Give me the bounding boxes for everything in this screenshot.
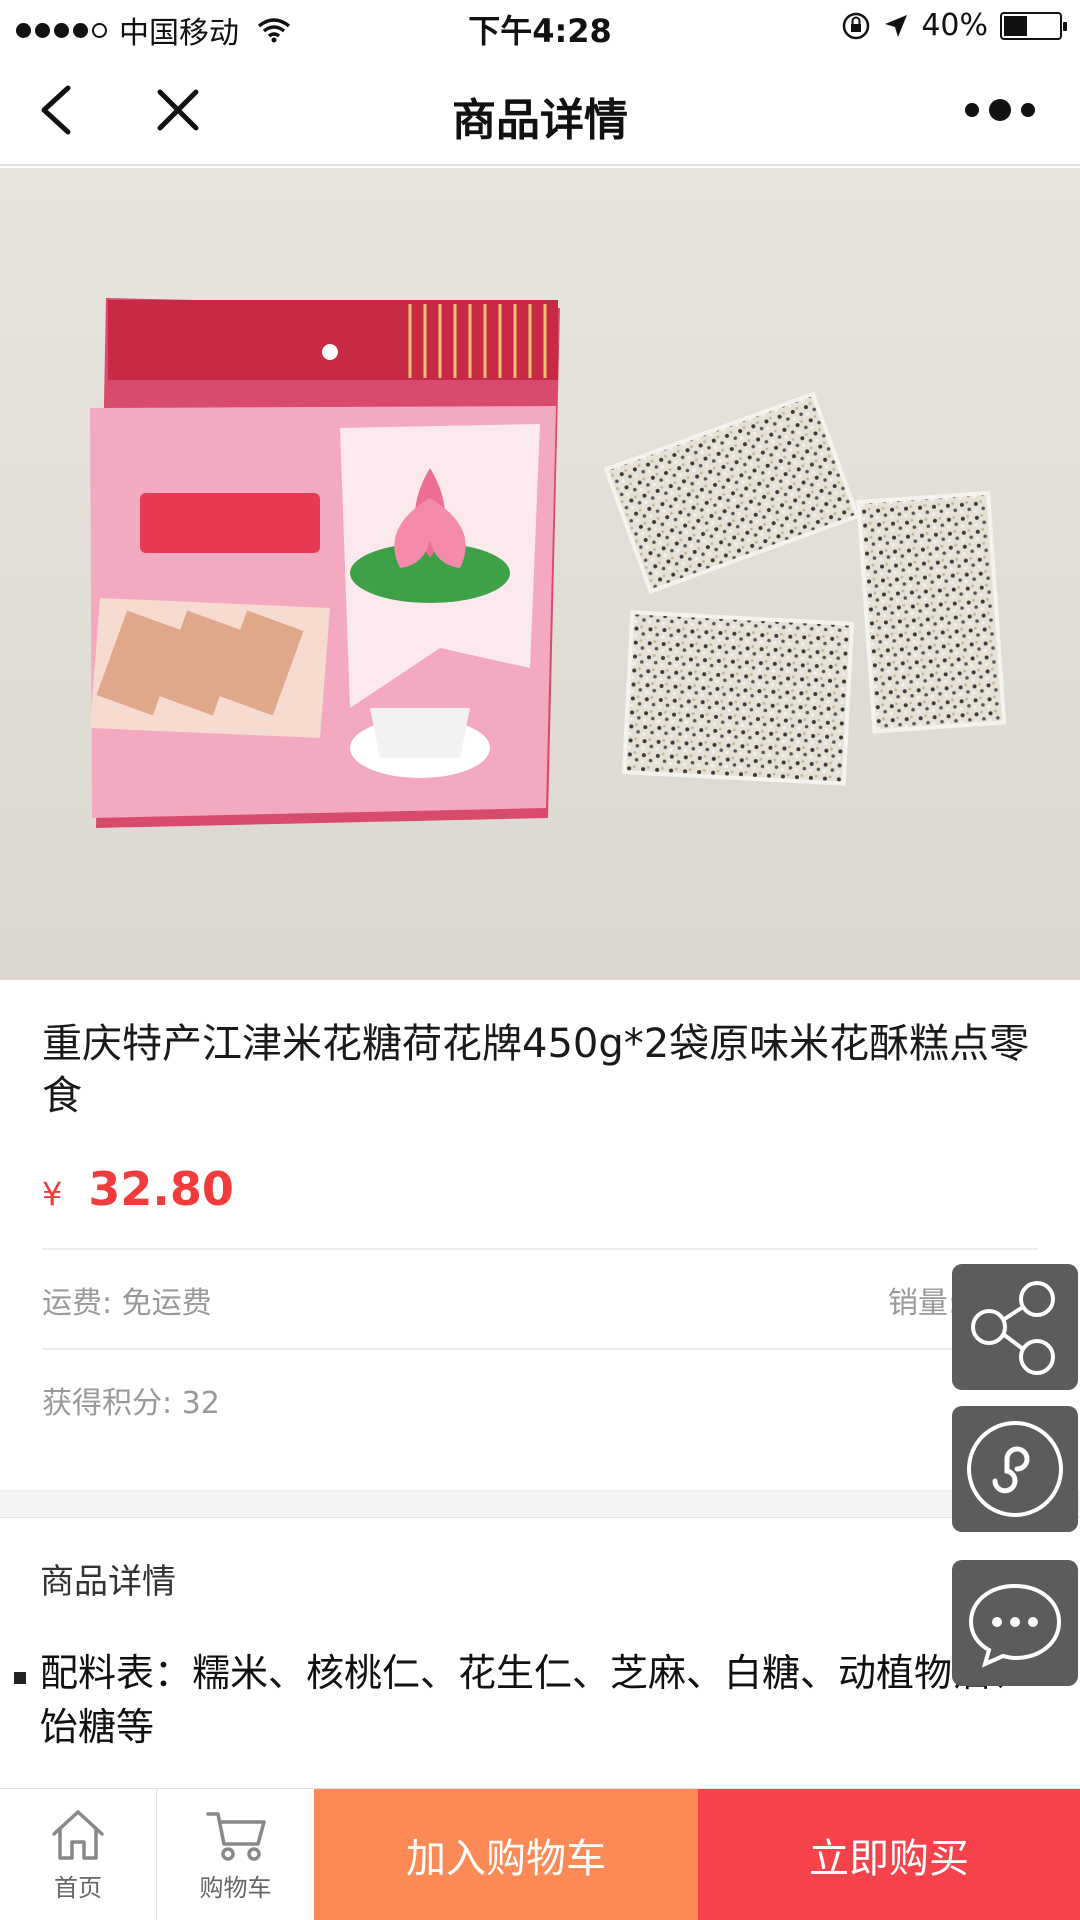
mini-program-button[interactable] — [952, 1406, 1078, 1532]
buy-now-button[interactable]: 立即购买 — [698, 1789, 1080, 1920]
tab-home-label: 首页 — [54, 1873, 102, 1902]
product-photo-illustration — [0, 168, 1080, 980]
add-to-cart-button[interactable]: 加入购物车 — [314, 1789, 698, 1920]
bottom-action-bar: 首页 购物车 加入购物车 立即购买 — [0, 1788, 1080, 1920]
reward-points: 获得积分: 32 — [42, 1386, 220, 1421]
section-separator — [0, 1490, 1080, 1518]
location-arrow-icon — [885, 14, 908, 37]
ingredient-list: 配料表：糯米、核桃仁、花生仁、芝麻、白糖、动植物油、饴糖等 — [40, 1651, 1029, 1749]
product-price: 32.80 — [88, 1162, 234, 1216]
battery-icon — [1000, 11, 1067, 40]
product-title: 重庆特产江津米花糖荷花牌450g*2袋原味米花酥糕点零食 — [42, 1021, 1030, 1119]
nav-bar: 商品详情 — [0, 54, 1080, 166]
share-icon — [971, 1281, 1055, 1375]
page-title: 商品详情 — [452, 95, 628, 146]
chat-icon — [968, 1583, 1062, 1668]
share-button[interactable] — [952, 1264, 1078, 1390]
bullet-icon — [14, 1672, 26, 1684]
battery-percent: 40% — [921, 8, 988, 43]
status-right: 40% — [841, 8, 1067, 43]
cart-icon — [205, 1811, 266, 1861]
customer-service-button[interactable] — [952, 1560, 1078, 1686]
status-bar: 中国移动 下午4:28 40% — [0, 0, 1080, 54]
mini-program-icon — [967, 1421, 1063, 1517]
detail-heading: 商品详情 — [40, 1562, 176, 1602]
rotation-lock-icon — [843, 12, 870, 39]
product-image[interactable] — [0, 168, 1080, 980]
divider — [42, 1248, 1038, 1250]
price-row: ¥ 32.80 — [42, 1162, 234, 1216]
tab-cart-label: 购物车 — [199, 1873, 272, 1902]
shipping-fee: 运费: 免运费 — [42, 1286, 212, 1321]
tab-home[interactable]: 首页 — [0, 1789, 156, 1920]
currency-symbol: ¥ — [42, 1175, 63, 1213]
divider — [42, 1348, 1038, 1350]
home-icon — [52, 1809, 104, 1860]
more-icon[interactable] — [950, 90, 1050, 130]
tab-cart[interactable]: 购物车 — [156, 1789, 314, 1920]
